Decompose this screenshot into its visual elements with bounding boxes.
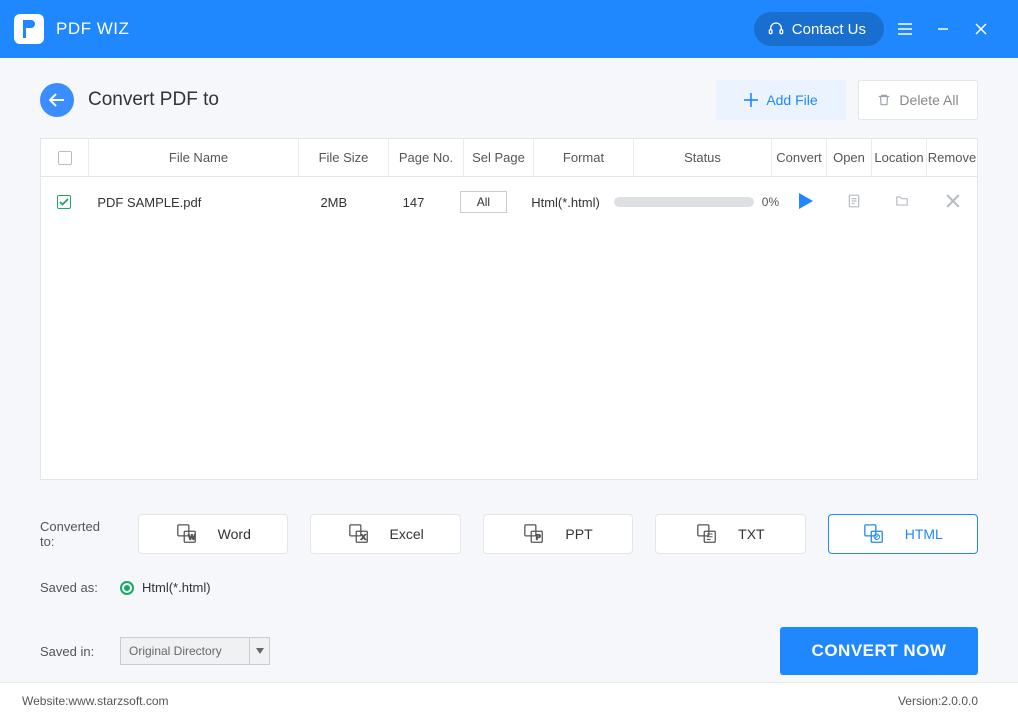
- delete-all-label: Delete All: [899, 92, 958, 108]
- document-icon: [847, 193, 861, 209]
- add-file-label: Add File: [766, 92, 817, 108]
- format-ppt-label: PPT: [565, 526, 592, 542]
- cell-format: Html(*.html): [517, 177, 614, 227]
- menu-icon: [898, 23, 912, 35]
- saved-as-radio[interactable]: [120, 581, 134, 595]
- cell-pageno: 147: [377, 177, 449, 227]
- format-txt-label: TXT: [738, 526, 764, 542]
- convert-now-button[interactable]: CONVERT NOW: [780, 627, 978, 675]
- progress-bar: [614, 197, 754, 207]
- back-button[interactable]: [40, 83, 74, 117]
- format-html-button[interactable]: HTML: [828, 514, 978, 554]
- txt-icon: [696, 523, 718, 545]
- app-logo: [14, 14, 44, 44]
- cell-filesize: 2MB: [290, 177, 377, 227]
- row-open-button[interactable]: [847, 193, 861, 212]
- saved-as-value: Html(*.html): [142, 580, 211, 595]
- delete-all-button[interactable]: Delete All: [858, 80, 978, 120]
- cell-filename: PDF SAMPLE.pdf: [87, 177, 290, 227]
- saved-as-label: Saved as:: [40, 580, 120, 595]
- minimize-icon: [937, 23, 949, 35]
- format-html-label: HTML: [905, 526, 943, 542]
- svg-text:W: W: [188, 533, 195, 542]
- ppt-icon: P: [523, 523, 545, 545]
- menu-button[interactable]: [888, 12, 922, 46]
- website-link[interactable]: www.starzsoft.com: [68, 694, 168, 708]
- col-selpage: Sel Page: [464, 139, 534, 176]
- play-icon: [799, 193, 813, 209]
- format-excel-button[interactable]: X Excel: [310, 514, 460, 554]
- contact-us-label: Contact Us: [792, 21, 866, 38]
- folder-icon: [893, 194, 911, 208]
- col-location: Location: [872, 139, 927, 176]
- svg-text:P: P: [536, 533, 541, 542]
- grid-empty-area: [41, 227, 977, 479]
- format-word-button[interactable]: W Word: [138, 514, 288, 554]
- add-file-button[interactable]: Add File: [716, 80, 846, 120]
- col-open: Open: [827, 139, 872, 176]
- x-icon: [946, 194, 960, 208]
- format-word-label: Word: [218, 526, 251, 542]
- trash-icon: [877, 93, 891, 107]
- row-remove-button[interactable]: [946, 194, 960, 211]
- version-label: Version:: [898, 694, 941, 708]
- excel-icon: X: [348, 523, 370, 545]
- arrow-left-icon: [49, 93, 65, 107]
- row-convert-button[interactable]: [799, 193, 813, 212]
- saved-in-select[interactable]: Original Directory: [120, 637, 270, 665]
- progress-percent: 0%: [762, 195, 779, 209]
- col-filename: File Name: [89, 139, 299, 176]
- col-pageno: Page No.: [389, 139, 464, 176]
- app-title: PDF WIZ: [56, 19, 129, 39]
- row-location-button[interactable]: [893, 194, 911, 211]
- page-title: Convert PDF to: [88, 89, 219, 111]
- format-excel-label: Excel: [390, 526, 424, 542]
- row-checkbox[interactable]: [57, 195, 71, 209]
- saved-in-label: Saved in:: [40, 644, 120, 659]
- col-format: Format: [534, 139, 634, 176]
- word-icon: W: [176, 523, 198, 545]
- file-grid: File Name File Size Page No. Sel Page Fo…: [40, 138, 978, 480]
- table-row: PDF SAMPLE.pdf 2MB 147 All Html(*.html) …: [41, 177, 977, 227]
- sel-page-button[interactable]: All: [460, 191, 507, 213]
- version-value: 2.0.0.0: [941, 694, 978, 708]
- titlebar: PDF WIZ Contact Us: [0, 0, 1018, 58]
- chevron-down-icon: [249, 638, 269, 664]
- headset-icon: [768, 21, 784, 37]
- close-icon: [975, 23, 987, 35]
- col-status: Status: [634, 139, 772, 176]
- html-icon: [863, 523, 885, 545]
- format-ppt-button[interactable]: P PPT: [483, 514, 633, 554]
- close-button[interactable]: [964, 12, 998, 46]
- grid-header: File Name File Size Page No. Sel Page Fo…: [41, 139, 977, 177]
- col-remove: Remove: [927, 139, 977, 176]
- format-txt-button[interactable]: TXT: [655, 514, 805, 554]
- website-label: Website:: [22, 694, 68, 708]
- select-all-checkbox[interactable]: [58, 151, 72, 165]
- minimize-button[interactable]: [926, 12, 960, 46]
- contact-us-button[interactable]: Contact Us: [754, 12, 884, 46]
- converted-to-label: Converted to:: [40, 519, 116, 549]
- plus-icon: [744, 93, 758, 107]
- footer: Website: www.starzsoft.com Version: 2.0.…: [0, 682, 1018, 718]
- col-filesize: File Size: [299, 139, 389, 176]
- saved-in-value: Original Directory: [121, 644, 249, 658]
- svg-text:X: X: [360, 533, 365, 542]
- col-convert: Convert: [772, 139, 827, 176]
